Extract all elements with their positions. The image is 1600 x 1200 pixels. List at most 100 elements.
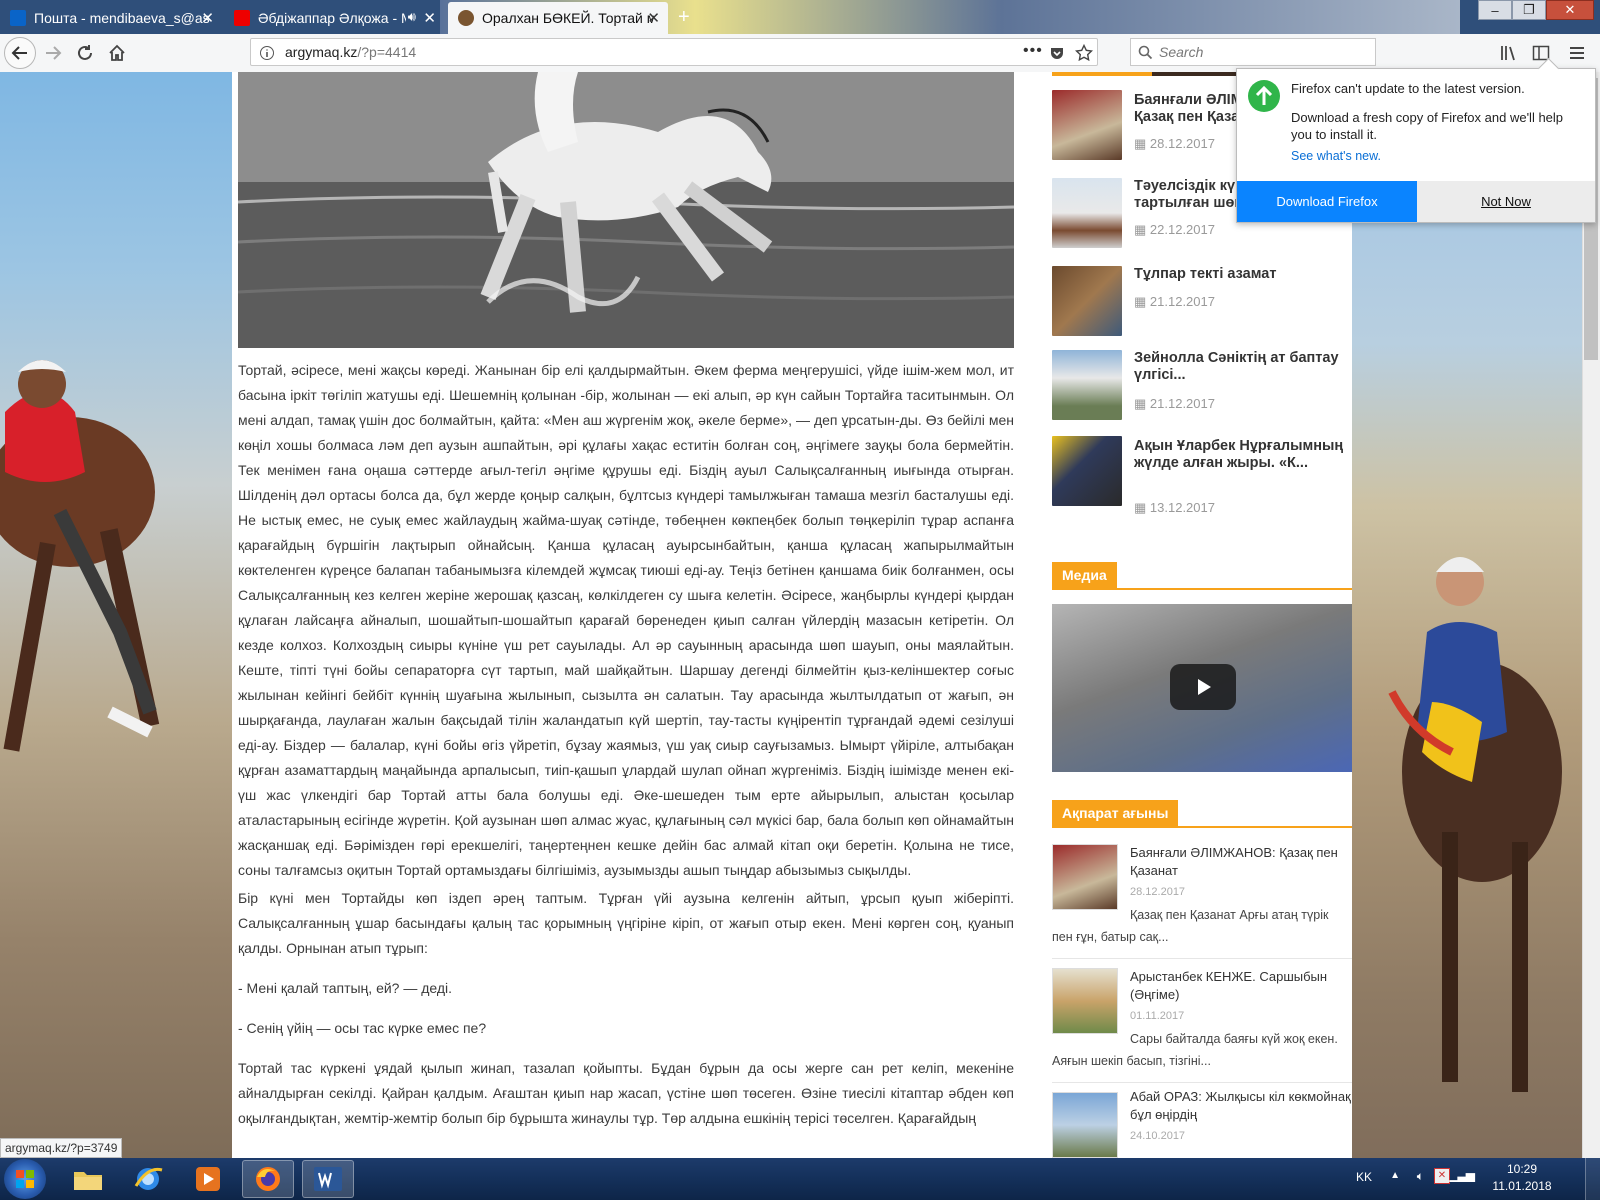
video-player[interactable] <box>1052 604 1352 772</box>
url-bar[interactable]: argymaq.kz/?p=4414 ••• <box>250 38 1098 66</box>
feed-divider <box>1052 958 1352 959</box>
tray-expand-icon[interactable]: ▲ <box>1390 1170 1400 1181</box>
new-tab-icon[interactable]: + <box>678 6 690 29</box>
word-icon <box>314 1167 342 1191</box>
calendar-icon: ▦ <box>1134 396 1150 411</box>
whats-new-link[interactable]: See what's new. <box>1291 149 1381 163</box>
tab-label: Әбдіжаппар Әлқожа - Ма <box>258 10 406 26</box>
feed-date: 28.12.2017 <box>1130 886 1186 898</box>
post-thumbnail[interactable] <box>1052 90 1122 160</box>
close-tab-icon[interactable]: ✕ <box>423 9 436 27</box>
calendar-icon: ▦ <box>1134 136 1150 151</box>
reload-icon <box>78 45 92 60</box>
info-icon[interactable] <box>259 45 275 61</box>
section-divider <box>1052 588 1352 590</box>
update-arrow-icon <box>1248 80 1280 112</box>
post-thumbnail[interactable] <box>1052 266 1122 336</box>
taskbar-ie[interactable] <box>122 1160 174 1198</box>
volume-icon[interactable]: 🔈︎ <box>1417 1169 1424 1184</box>
article-paragraph: Тортай тас күркені ұядай қылып жинап, та… <box>238 1060 1014 1126</box>
library-icon[interactable] <box>1500 44 1518 62</box>
search-placeholder: Search <box>1159 44 1204 60</box>
show-desktop-button[interactable] <box>1585 1158 1600 1200</box>
tab-label: Пошта - mendibaeva_s@ast.ni <box>34 10 210 26</box>
youtube-icon <box>234 10 250 26</box>
post-date-text: 21.12.2017 <box>1149 396 1215 411</box>
url-text: argymaq.kz/?p=4414 <box>285 44 416 60</box>
taskbar-word[interactable] <box>302 1160 354 1198</box>
popup-body: Download a fresh copy of Firefox and we'… <box>1291 110 1564 142</box>
action-center-icon[interactable]: ✕ <box>1434 1168 1450 1184</box>
search-bar[interactable]: Search <box>1130 38 1376 66</box>
tab-article[interactable]: Оралхан БӨКЕЙ. Тортай мінер ✕ <box>448 2 668 34</box>
popup-title: Firefox can't update to the latest versi… <box>1291 81 1525 96</box>
recent-post-title[interactable]: Зейнолла Сәніктің ат баптау үлгісі... <box>1134 350 1344 384</box>
tab-strip: Пошта - mendibaeva_s@ast.ni ✕ Әбдіжаппар… <box>0 0 1600 34</box>
recent-post-title[interactable]: Ақын Ұларбек Нұрғалымның жүлде алған жыр… <box>1134 438 1344 472</box>
feed-title[interactable]: Баянғали ӘЛІМЖАНОВ: Қазақ пен Қазанат <box>1130 844 1352 880</box>
back-button[interactable] <box>4 37 36 69</box>
feed-divider <box>1052 1082 1352 1083</box>
post-date-text: 21.12.2017 <box>1149 294 1215 309</box>
internet-explorer-icon <box>134 1167 163 1190</box>
taskbar-firefox[interactable] <box>242 1160 294 1198</box>
close-tab-icon[interactable]: ✕ <box>647 9 660 27</box>
clock[interactable]: 10:29 11.01.2018 <box>1482 1162 1562 1193</box>
minimize-icon[interactable]: – <box>1478 0 1512 20</box>
reload-button[interactable] <box>70 39 100 67</box>
close-window-icon[interactable]: ✕ <box>1546 0 1594 20</box>
article-paragraph: - Мені қалай таптың, ей? — деді. <box>238 980 453 996</box>
post-thumbnail[interactable] <box>1052 436 1122 506</box>
speaker-icon[interactable]: 🔊︎ <box>408 9 416 25</box>
calendar-icon: ▦ <box>1134 294 1150 309</box>
clock-time: 10:29 <box>1506 1162 1538 1176</box>
bookmark-star-icon[interactable] <box>1075 44 1093 62</box>
media-heading: Медиа <box>1052 562 1117 588</box>
feed-date: 24.10.2017 <box>1130 1130 1186 1142</box>
play-icon <box>1198 679 1211 695</box>
tab-youtube[interactable]: Әбдіжаппар Әлқожа - Ма 🔊︎ ✕ <box>224 2 444 34</box>
calendar-icon: ▦ <box>1134 222 1150 237</box>
feed-excerpt: Сары байталда баяғы күй жоқ екен. Аяғын … <box>1052 1032 1338 1068</box>
page-actions-icon[interactable]: ••• <box>1023 42 1043 60</box>
post-date-text: 22.12.2017 <box>1149 222 1215 237</box>
folder-icon <box>74 1172 102 1190</box>
post-date: ▦ 22.12.2017 <box>1134 222 1215 238</box>
post-thumbnail[interactable] <box>1052 178 1122 248</box>
post-thumbnail[interactable] <box>1052 350 1122 420</box>
taskbar-media-player[interactable] <box>182 1160 234 1198</box>
close-tab-icon[interactable]: ✕ <box>201 9 214 27</box>
search-icon <box>1138 45 1153 60</box>
feed-thumbnail[interactable] <box>1052 1092 1118 1158</box>
back-arrow-icon <box>11 46 27 60</box>
feed-thumbnail[interactable] <box>1052 844 1118 910</box>
recent-post-title[interactable]: Тұлпар текті азамат <box>1134 266 1344 283</box>
update-notification: Firefox can't update to the latest versi… <box>1236 57 1596 223</box>
feed-title[interactable]: Арыстанбек КЕНЖЕ. Саршыбын (Әңгіме) <box>1130 968 1352 1004</box>
media-player-icon <box>196 1167 220 1191</box>
network-icon[interactable]: ▁▃▅ <box>1449 1168 1475 1182</box>
pocket-icon[interactable] <box>1049 45 1065 61</box>
url-path: /?p=4414 <box>357 44 417 60</box>
language-indicator[interactable]: KK <box>1356 1170 1372 1184</box>
forward-button[interactable] <box>38 39 68 67</box>
feed-thumbnail[interactable] <box>1052 968 1118 1034</box>
feed-excerpt: Қазақ пен Қазанат Арғы атаң түрік пен ғұ… <box>1052 908 1329 944</box>
feed-title[interactable]: Абай ОРАЗ: Жылқысы кіл көкмойнақ бұл өңі… <box>1130 1088 1352 1124</box>
restore-icon[interactable]: ❐ <box>1512 0 1546 20</box>
tab-label: Оралхан БӨКЕЙ. Тортай мінер <box>482 10 654 26</box>
home-icon <box>109 44 125 61</box>
taskbar-explorer[interactable] <box>62 1160 114 1198</box>
not-now-button[interactable]: Not Now <box>1417 181 1595 222</box>
feed-date: 01.11.2017 <box>1130 1010 1185 1022</box>
background-photo-right <box>1352 72 1582 1158</box>
firefox-icon <box>256 1167 280 1191</box>
play-button[interactable] <box>1170 664 1236 710</box>
start-button[interactable] <box>4 1159 46 1199</box>
download-firefox-button[interactable]: Download Firefox <box>1237 181 1417 222</box>
menu-icon[interactable] <box>1568 44 1586 62</box>
tab-mail[interactable]: Пошта - mendibaeva_s@ast.ni ✕ <box>0 2 222 34</box>
article-paragraph: Бір күні мен Тортайды көп іздеп әрең тап… <box>238 890 1014 956</box>
home-button[interactable] <box>102 39 132 67</box>
background-photo-left <box>0 72 232 1158</box>
